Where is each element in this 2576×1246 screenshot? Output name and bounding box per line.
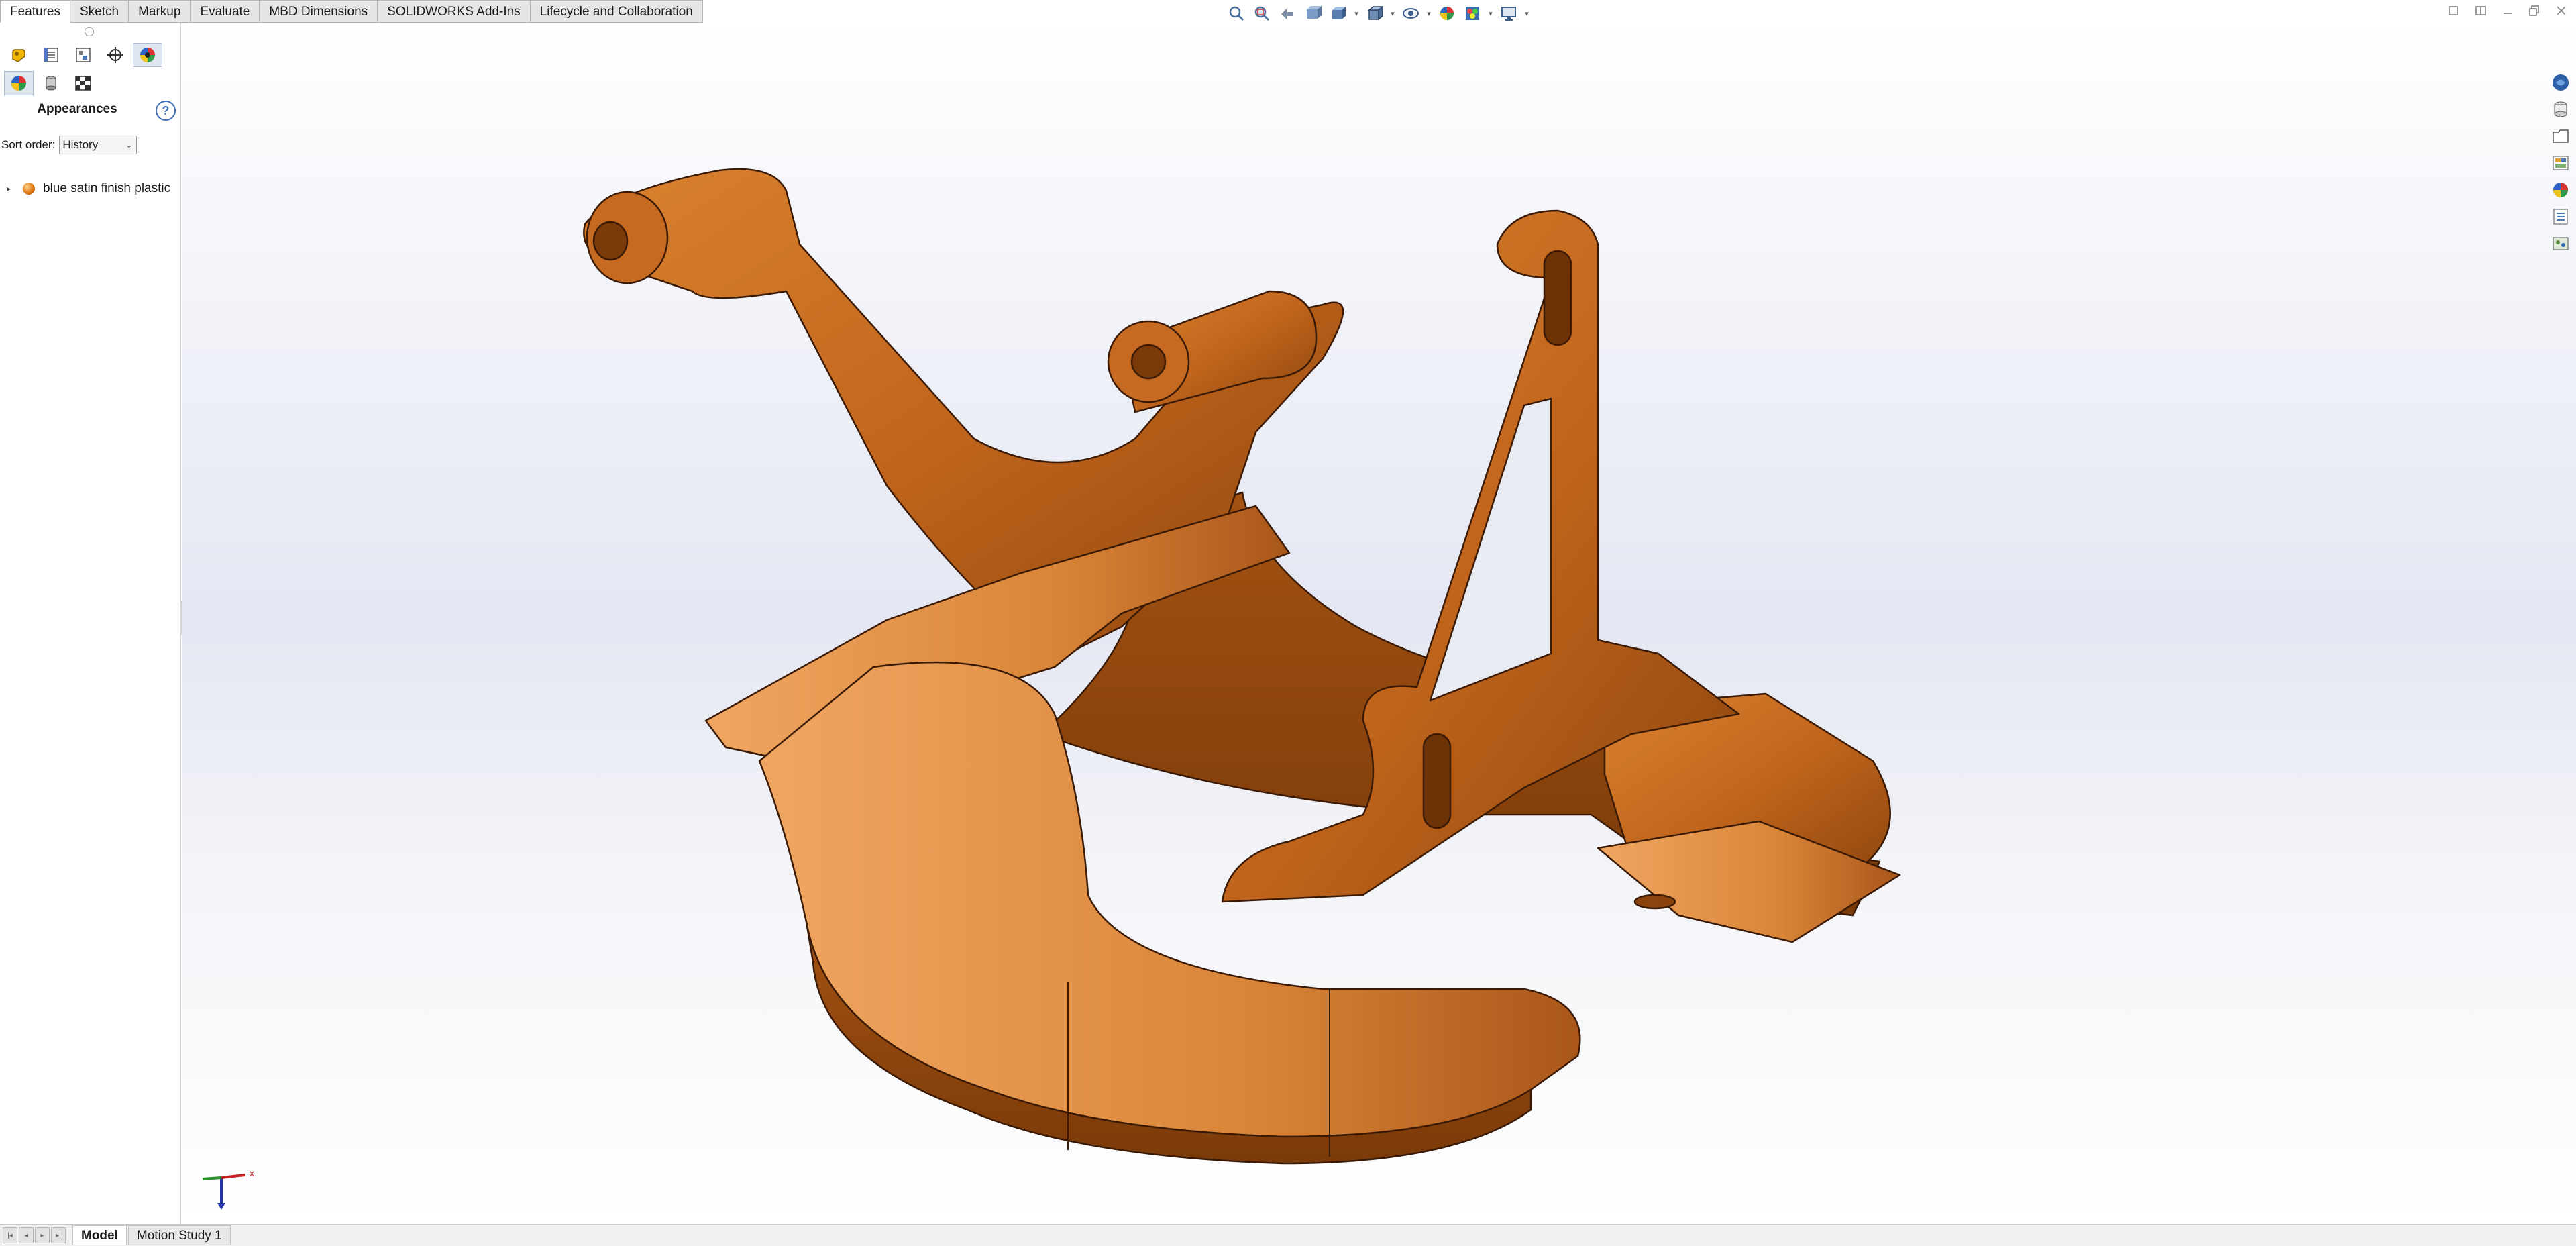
appearance-ball-icon	[23, 183, 35, 195]
apply-scene-dropdown-icon[interactable]: ▾	[1487, 3, 1495, 24]
section-view-icon[interactable]	[1301, 3, 1324, 24]
decals-view-tab[interactable]	[36, 71, 66, 95]
hide-show-items-icon[interactable]	[1399, 3, 1422, 24]
hide-show-dropdown-icon[interactable]: ▾	[1425, 3, 1433, 24]
panel-tab-row-1	[4, 43, 162, 67]
tab-model[interactable]: Model	[72, 1225, 127, 1245]
forum-icon[interactable]	[2548, 232, 2573, 255]
file-explorer-icon[interactable]	[2548, 125, 2573, 148]
scene-lights-cameras-tab[interactable]	[68, 71, 98, 95]
triad-z-arrow	[217, 1203, 225, 1210]
custom-properties-icon[interactable]	[2548, 205, 2573, 228]
tree-item[interactable]: ▸ blue satin finish plastic	[7, 181, 170, 196]
display-style-dropdown-icon[interactable]: ▾	[1389, 3, 1397, 24]
previous-view-icon[interactable]	[1276, 3, 1299, 24]
feature-manager-tab[interactable]	[4, 43, 34, 67]
appearances-view-tab[interactable]	[4, 71, 34, 95]
triad-x-axis	[221, 1174, 246, 1179]
appearances-scenes-icon[interactable]	[2548, 178, 2573, 201]
reference-triad: x	[202, 1167, 254, 1210]
command-manager-bar: Features Sketch Markup Evaluate MBD Dime…	[0, 0, 2576, 23]
sort-order-label: Sort order:	[1, 138, 56, 151]
view-orientation-icon[interactable]	[1327, 3, 1350, 24]
task-pane	[2548, 71, 2575, 255]
sort-order-value: History	[62, 138, 99, 151]
zoom-to-fit-icon[interactable]	[1225, 3, 1248, 24]
tab-mbd-dimensions[interactable]: MBD Dimensions	[260, 0, 378, 23]
edit-appearance-icon[interactable]	[1436, 3, 1458, 24]
tab-scroll-buttons: |◂ ◂ ▸ ▸|	[3, 1227, 66, 1243]
tile-icon[interactable]	[2473, 3, 2489, 19]
minimize-icon[interactable]	[2500, 3, 2516, 19]
sort-order-select[interactable]: History ⌄	[59, 136, 138, 154]
panel-title: Appearances	[37, 102, 117, 116]
solidworks-resources-icon[interactable]	[2548, 71, 2573, 94]
tab-motion-study-1[interactable]: Motion Study 1	[127, 1225, 231, 1245]
tree-item-label: blue satin finish plastic	[43, 181, 171, 195]
previous-tab-icon[interactable]: ◂	[19, 1227, 34, 1243]
chevron-down-icon: ⌄	[125, 140, 133, 150]
configuration-manager-tab[interactable]	[68, 43, 98, 67]
panel-collapse-handle[interactable]	[85, 27, 94, 36]
graphics-area[interactable]	[182, 23, 2576, 1224]
tab-evaluate[interactable]: Evaluate	[191, 0, 260, 23]
property-manager-tab[interactable]	[36, 43, 66, 67]
help-icon[interactable]: ?	[156, 101, 176, 121]
first-tab-icon[interactable]: |◂	[3, 1227, 17, 1243]
heads-up-view-toolbar: ▾ ▾ ▾ ▾ ▾	[1225, 2, 1531, 25]
display-manager-tab[interactable]	[133, 43, 162, 67]
view-settings-dropdown-icon[interactable]: ▾	[1523, 3, 1531, 24]
view-settings-icon[interactable]	[1497, 3, 1520, 24]
apply-scene-icon[interactable]	[1461, 3, 1484, 24]
tab-solidworks-add-ins[interactable]: SOLIDWORKS Add-Ins	[378, 0, 531, 23]
tab-features[interactable]: Features	[0, 0, 70, 23]
sort-order-row: Sort order: History ⌄	[1, 136, 138, 154]
view-orientation-dropdown-icon[interactable]: ▾	[1352, 3, 1360, 24]
zoom-to-area-icon[interactable]	[1250, 3, 1273, 24]
restore-icon[interactable]	[2446, 3, 2462, 19]
3d-part-model[interactable]	[182, 23, 2576, 1224]
expand-arrow-icon[interactable]: ▸	[7, 184, 15, 193]
window-controls	[2446, 3, 2569, 19]
tab-markup[interactable]: Markup	[129, 0, 191, 23]
display-style-icon[interactable]	[1363, 3, 1386, 24]
maximize-icon[interactable]	[2526, 3, 2542, 19]
next-tab-icon[interactable]: ▸	[35, 1227, 50, 1243]
tab-lifecycle-collaboration[interactable]: Lifecycle and Collaboration	[530, 0, 703, 23]
triad-y-axis	[202, 1176, 222, 1180]
last-tab-icon[interactable]: ▸|	[51, 1227, 66, 1243]
view-palette-icon[interactable]	[2548, 152, 2573, 174]
bottom-tab-bar: |◂ ◂ ▸ ▸| Model Motion Study 1	[0, 1224, 2576, 1246]
dimxpert-manager-tab[interactable]	[101, 43, 130, 67]
tab-sketch[interactable]: Sketch	[70, 0, 129, 23]
design-library-icon[interactable]	[2548, 98, 2573, 121]
close-icon[interactable]	[2553, 3, 2569, 19]
triad-x-label: x	[250, 1167, 254, 1178]
property-manager-panel: Appearances ? Sort order: History ⌄ ▸ bl…	[0, 23, 181, 1224]
panel-tab-row-2	[4, 71, 98, 95]
command-tabs: Features Sketch Markup Evaluate MBD Dime…	[0, 0, 703, 23]
